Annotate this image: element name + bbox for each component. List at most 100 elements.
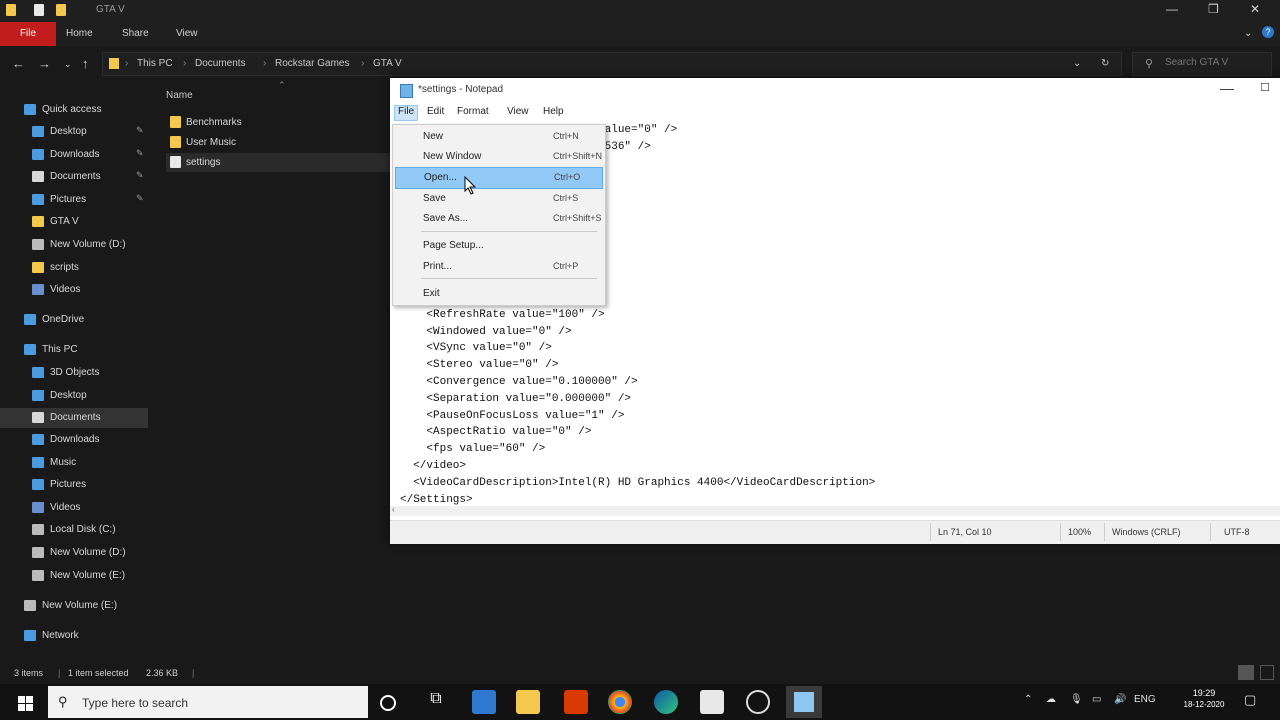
sidebar-item[interactable]: OneDrive bbox=[0, 310, 148, 330]
notepad-maximize-button[interactable]: ☐ bbox=[1260, 81, 1270, 94]
sidebar-item-label: Pictures bbox=[50, 194, 87, 205]
close-button[interactable]: ✕ bbox=[1250, 2, 1260, 16]
large-icons-view-icon[interactable] bbox=[1260, 665, 1274, 680]
menu-format[interactable]: Format bbox=[454, 106, 492, 120]
explorer-title-bar: GTA V — ❐ ✕ bbox=[0, 0, 1280, 22]
start-button[interactable] bbox=[8, 692, 44, 714]
ribbon-tab-home[interactable]: Home bbox=[66, 28, 93, 39]
sidebar-item[interactable]: Downloads bbox=[0, 430, 148, 450]
sidebar-item[interactable]: Pictures ✎ bbox=[0, 190, 148, 210]
sidebar-item[interactable]: scripts bbox=[0, 258, 148, 278]
file-row[interactable]: Benchmarks bbox=[166, 113, 390, 132]
sidebar-item[interactable]: Downloads ✎ bbox=[0, 145, 148, 165]
chrome-icon[interactable] bbox=[608, 690, 632, 714]
notepad-icon bbox=[400, 84, 413, 98]
volume-icon[interactable]: 🔊 bbox=[1114, 694, 1126, 705]
sidebar-item[interactable]: Videos bbox=[0, 280, 148, 300]
sidebar-item[interactable]: Quick access bbox=[0, 100, 148, 120]
sidebar-item-label: Videos bbox=[50, 284, 81, 295]
scroll-left-icon[interactable]: ‹ bbox=[392, 505, 395, 514]
properties-icon[interactable] bbox=[34, 4, 44, 16]
sidebar-item[interactable]: Desktop bbox=[0, 386, 148, 406]
text-line: <VideoCardDescription>Intel(R) HD Graphi… bbox=[400, 476, 876, 489]
onedrive-icon[interactable]: ☁ bbox=[1046, 694, 1056, 705]
obs-icon[interactable] bbox=[746, 690, 770, 714]
breadcrumb-rockstar-games[interactable]: Rockstar Games bbox=[275, 58, 349, 69]
notepad-icon bbox=[794, 692, 814, 712]
sidebar-item[interactable]: This PC bbox=[0, 340, 148, 360]
sidebar-item[interactable]: Documents ✎ bbox=[0, 167, 148, 187]
sidebar-item[interactable]: GTA V bbox=[0, 212, 148, 232]
sidebar-item[interactable]: Pictures bbox=[0, 475, 148, 495]
file-row[interactable]: User Music bbox=[166, 133, 390, 152]
sidebar-item[interactable]: New Volume (E:) bbox=[0, 566, 148, 586]
folder-icon bbox=[6, 4, 16, 16]
search-box[interactable]: ⚲ bbox=[1132, 52, 1272, 76]
menu-view[interactable]: View bbox=[504, 106, 532, 120]
notepad-status-bar: Ln 71, Col 10 100% Windows (CRLF) UTF-8 bbox=[390, 520, 1280, 544]
show-hidden-icons-icon[interactable]: ⌃ bbox=[1024, 694, 1032, 705]
breadcrumb-documents[interactable]: Documents bbox=[195, 58, 246, 69]
up-arrow-icon[interactable]: ↑ bbox=[82, 56, 89, 71]
menu-item-save-as[interactable]: Save As... Ctrl+Shift+S bbox=[395, 209, 602, 229]
expand-ribbon-icon[interactable]: ⌄ bbox=[1244, 28, 1252, 39]
search-input[interactable] bbox=[1163, 56, 1267, 69]
task-view-icon[interactable]: ⧉ bbox=[424, 690, 448, 714]
sidebar-item[interactable]: Network bbox=[0, 626, 148, 646]
sidebar-item[interactable]: Videos bbox=[0, 498, 148, 518]
menu-help[interactable]: Help bbox=[540, 106, 567, 120]
help-icon[interactable]: ? bbox=[1262, 26, 1274, 38]
notepad-taskbar-button[interactable] bbox=[786, 686, 822, 718]
ribbon-tab-share[interactable]: Share bbox=[122, 28, 149, 39]
notepad-minimize-button[interactable]: — bbox=[1220, 80, 1234, 96]
menu-item-new[interactable]: New Ctrl+N bbox=[395, 127, 601, 147]
menu-item-label: New Window bbox=[423, 151, 482, 162]
sidebar-item[interactable]: Documents bbox=[0, 408, 148, 428]
sidebar-item[interactable]: New Volume (D:) bbox=[0, 235, 148, 255]
address-bar[interactable]: › This PC › Documents › Rockstar Games ›… bbox=[102, 52, 1122, 76]
menu-edit[interactable]: Edit bbox=[424, 106, 447, 120]
menu-item-print[interactable]: Print... Ctrl+P bbox=[395, 257, 601, 277]
forward-arrow-icon[interactable]: → bbox=[38, 56, 51, 71]
sidebar-item[interactable]: Desktop ✎ bbox=[0, 122, 148, 142]
column-header-name[interactable]: Name bbox=[166, 90, 193, 101]
chevron-down-icon[interactable]: ⌄ bbox=[1073, 58, 1081, 69]
menu-item-exit[interactable]: Exit bbox=[395, 284, 601, 304]
breadcrumb-gta-v[interactable]: GTA V bbox=[373, 58, 402, 69]
menu-item-open[interactable]: Open... Ctrl+O bbox=[395, 167, 603, 189]
notification-icon[interactable]: ▢ bbox=[1244, 692, 1256, 708]
store-icon[interactable] bbox=[700, 690, 724, 714]
taskbar-language[interactable]: ENG bbox=[1134, 694, 1156, 705]
sidebar-item-label: scripts bbox=[50, 262, 79, 273]
maximize-button[interactable]: ❐ bbox=[1208, 2, 1219, 16]
menu-item-save[interactable]: Save Ctrl+S bbox=[395, 189, 601, 209]
minimize-button[interactable]: — bbox=[1166, 2, 1178, 16]
clock[interactable]: 19:29 18-12-2020 bbox=[1176, 686, 1232, 718]
horizontal-scrollbar[interactable]: ‹ bbox=[390, 505, 1280, 516]
menu-file[interactable]: File bbox=[394, 105, 419, 121]
ribbon-tab-view[interactable]: View bbox=[176, 28, 198, 39]
new-folder-icon[interactable] bbox=[56, 4, 66, 16]
edge-icon[interactable] bbox=[654, 690, 678, 714]
file-explorer-icon[interactable] bbox=[516, 690, 540, 714]
back-arrow-icon[interactable]: ← bbox=[12, 56, 25, 71]
breadcrumb-this-pc[interactable]: This PC bbox=[137, 58, 173, 69]
sidebar-item[interactable]: Local Disk (C:) bbox=[0, 520, 148, 540]
sidebar-item[interactable]: New Volume (E:) bbox=[0, 596, 148, 616]
office-icon[interactable] bbox=[564, 690, 588, 714]
file-row[interactable]: settings bbox=[166, 153, 390, 172]
sidebar-item[interactable]: New Volume (D:) bbox=[0, 543, 148, 563]
taskbar-search-box[interactable]: ⚲ Type here to search bbox=[48, 686, 368, 718]
network-icon[interactable]: ▭ bbox=[1092, 694, 1101, 705]
recent-locations-icon[interactable]: ⌄ bbox=[64, 59, 72, 70]
ribbon-file-tab[interactable]: File bbox=[0, 22, 56, 46]
sidebar-item[interactable]: 3D Objects bbox=[0, 363, 148, 383]
menu-item-new-window[interactable]: New Window Ctrl+Shift+N bbox=[395, 147, 602, 167]
sidebar-item[interactable]: Music bbox=[0, 453, 148, 473]
refresh-icon[interactable]: ↻ bbox=[1101, 58, 1109, 69]
details-view-icon[interactable] bbox=[1238, 665, 1254, 680]
menu-item-page-setup[interactable]: Page Setup... bbox=[395, 236, 601, 256]
cortana-icon[interactable] bbox=[380, 695, 396, 711]
mail-icon[interactable] bbox=[472, 690, 496, 714]
microphone-icon[interactable]: 🎙 bbox=[1070, 694, 1083, 705]
